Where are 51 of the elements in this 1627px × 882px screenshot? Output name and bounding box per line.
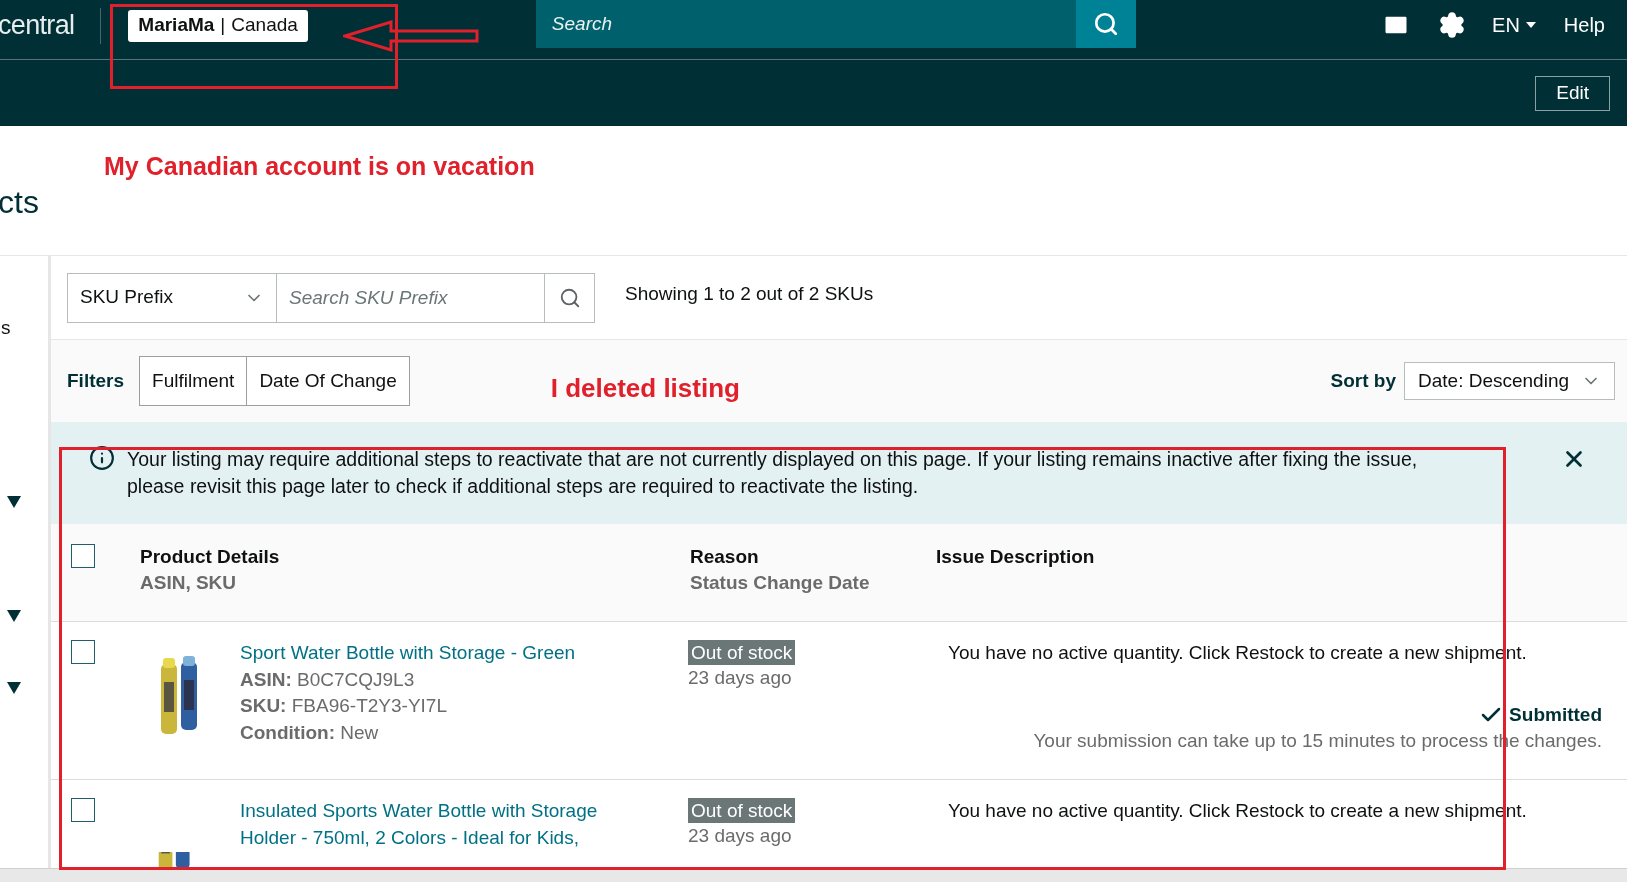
product-detail: ASIN: B0C7CQJ9L3 (240, 667, 416, 692)
banner-message: Your listing may require additional steps to reactivate that are not currently displayed on this page. If your listing remains inactive after fixing the issue, please revisit this page later to check if additional steps are required to reactivate the listing. (127, 447, 1419, 499)
status-badge: Out of stock (688, 640, 796, 665)
filter-button[interactable]: Date Of Change (247, 356, 410, 406)
annotation-text: My Canadian account is on vacation (104, 151, 535, 182)
product-detail: SKU: FBA96-T2Y3-YI7L (240, 694, 448, 718)
filters-label: Filters (67, 368, 125, 393)
column-header: Product Details (140, 545, 281, 569)
column-header: Issue Description (936, 545, 1096, 569)
expand-icon[interactable] (7, 610, 21, 622)
page-title: cts (0, 183, 39, 222)
product-detail: Condition: New (240, 720, 380, 745)
product-title-link[interactable]: Insulated Sports Water Bottle with Storage Holder - 750ml, 2 Colors - Ideal for Kids, (240, 798, 620, 851)
expand-icon[interactable] (7, 682, 21, 694)
select-all-checkbox[interactable] (71, 544, 95, 568)
status-badge: Out of stock (688, 798, 796, 823)
status-date: 23 days ago (688, 666, 792, 690)
results-summary: Showing 1 to 2 out of 2 SKUs (625, 282, 874, 307)
account-name: MariaMa (138, 13, 215, 38)
sku-search-field[interactable]: Search SKU Prefix (277, 272, 545, 323)
search-icon (558, 286, 581, 309)
row-checkbox[interactable] (71, 640, 95, 664)
edit-button[interactable]: Edit (1535, 75, 1610, 111)
settings-icon[interactable] (1438, 10, 1467, 39)
sku-prefix-select[interactable]: SKU Prefix (67, 272, 277, 323)
column-header: Reason (690, 545, 760, 569)
annotation-arrow-icon (343, 20, 481, 52)
help-link[interactable]: Help (1563, 9, 1605, 40)
annotation-text: I deleted listing (550, 371, 740, 405)
logo: central (0, 9, 75, 43)
separator: | (220, 13, 226, 38)
sidebar-item[interactable]: s (1, 314, 11, 343)
language-selector[interactable]: EN (1492, 9, 1536, 40)
search-button[interactable] (545, 272, 595, 323)
caret-icon (1525, 21, 1536, 28)
row-checkbox[interactable] (71, 798, 95, 822)
search-button[interactable] (1075, 0, 1136, 48)
filter-button[interactable]: Fulfilment (139, 356, 248, 406)
column-subheader: ASIN, SKU (140, 571, 238, 595)
column-subheader: Status Change Date (690, 571, 871, 595)
sort-select[interactable]: Date: Descending (1404, 362, 1615, 400)
submitted-status: Submitted (1509, 703, 1602, 727)
account-region: Canada (231, 13, 298, 38)
sort-label: Sort by (1330, 368, 1396, 393)
account-switcher[interactable]: MariaMa | Canada (128, 9, 308, 42)
search-icon (1092, 10, 1119, 37)
status-date: 23 days ago (688, 824, 792, 848)
expand-icon[interactable] (7, 496, 21, 508)
search-field[interactable]: Search (535, 0, 1076, 48)
product-title-link[interactable]: Sport Water Bottle with Storage - Green (240, 640, 620, 667)
info-icon (89, 445, 115, 471)
